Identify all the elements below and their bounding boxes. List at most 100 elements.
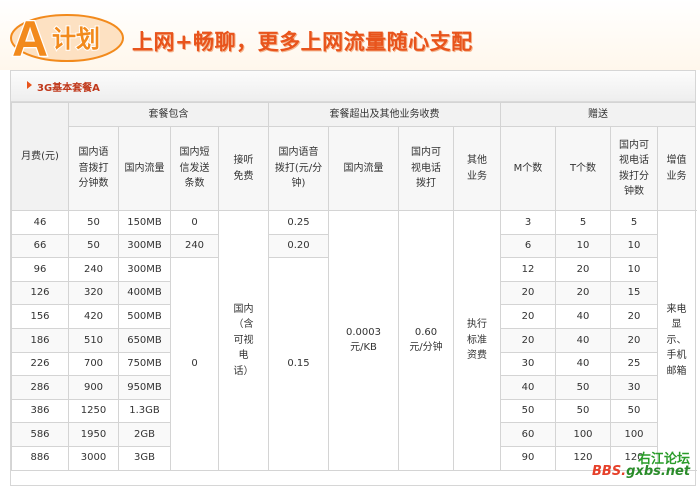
cell-sms: 0 xyxy=(170,257,219,471)
cell-video-minutes: 20 xyxy=(610,327,658,353)
cell-fee: 126 xyxy=(11,280,69,306)
plan-frame: 3G基本套餐A 月费(元) 套餐包含 套餐超出及其他业务收费 赠送 国内语音拨打… xyxy=(10,70,696,486)
cell-fee: 886 xyxy=(11,445,69,471)
cell-m: 50 xyxy=(500,398,556,424)
cell-voice: 1950 xyxy=(68,422,119,447)
cell-data: 750MB xyxy=(118,351,171,377)
cell-video-minutes: 10 xyxy=(610,233,658,259)
cell-video-minutes: 50 xyxy=(610,398,658,424)
watermark-prefix: BBS. xyxy=(592,464,627,479)
header-overage: 套餐超出及其他业务收费 xyxy=(268,102,501,127)
cell-data-overage: 0.0003元/KB xyxy=(328,210,399,471)
header-included: 套餐包含 xyxy=(68,102,269,127)
cell-vas: 来电显示、手机邮箱 xyxy=(657,210,696,471)
package-bar[interactable]: 3G基本套餐A xyxy=(11,71,695,102)
cell-m: 20 xyxy=(500,327,556,353)
cell-voice: 420 xyxy=(68,304,119,329)
cell-data: 1.3GB xyxy=(118,398,171,424)
package-title: 3G基本套餐A xyxy=(37,83,100,94)
header-t-count: T个数 xyxy=(555,126,611,211)
cell-data: 300MB xyxy=(118,233,171,259)
cell-m: 60 xyxy=(500,422,556,447)
cell-data: 300MB xyxy=(118,257,171,282)
header-video-minutes: 国内可视电话拨打分钟数 xyxy=(610,126,658,211)
header-data: 国内流量 xyxy=(118,126,171,211)
cell-voice-overage: 0.25 xyxy=(268,210,329,235)
cell-t: 100 xyxy=(555,422,611,447)
cell-m: 3 xyxy=(500,210,556,235)
cell-fee: 226 xyxy=(11,351,69,377)
watermark-domain-name: gxbs.net xyxy=(626,464,691,479)
cell-t: 50 xyxy=(555,375,611,400)
header-m-count: M个数 xyxy=(500,126,556,211)
cell-t: 40 xyxy=(555,304,611,329)
cell-video-minutes: 100 xyxy=(610,422,658,447)
cell-voice: 1250 xyxy=(68,398,119,424)
cell-fee: 586 xyxy=(11,422,69,447)
table-row: 46 50 150MB 0 国内（含可视电话） 0.25 0.0003元/KB … xyxy=(11,210,696,471)
cell-data: 500MB xyxy=(118,304,171,329)
rates-body: 46 50 150MB 0 国内（含可视电话） 0.25 0.0003元/KB … xyxy=(11,210,696,471)
cell-t: 10 xyxy=(555,233,611,259)
cell-voice: 50 xyxy=(68,233,119,259)
cell-fee: 186 xyxy=(11,327,69,353)
cell-voice: 50 xyxy=(68,210,119,235)
logo-text: 计划 xyxy=(52,25,100,53)
cell-data: 400MB xyxy=(118,280,171,306)
header-other-services: 其他业务 xyxy=(453,126,501,211)
cell-data: 3GB xyxy=(118,445,171,471)
cell-t: 20 xyxy=(555,257,611,282)
a-plan-logo: A 计划 xyxy=(10,10,124,64)
cell-t: 5 xyxy=(555,210,611,235)
header-video-overage: 国内可视电话拨打 xyxy=(398,126,454,211)
header-monthly-fee: 月费(元) xyxy=(11,102,69,211)
header-vas: 增值业务 xyxy=(657,126,696,211)
cell-t: 50 xyxy=(555,398,611,424)
cell-data: 950MB xyxy=(118,375,171,400)
header-answer-free: 接听免费 xyxy=(218,126,269,211)
watermark-domain: BBS.gxbs.net xyxy=(592,464,690,479)
cell-m: 6 xyxy=(500,233,556,259)
header-data-overage: 国内流量 xyxy=(328,126,399,211)
forum-watermark: 右江论坛 BBS.gxbs.net xyxy=(590,448,696,482)
cell-voice: 900 xyxy=(68,375,119,400)
cell-m: 12 xyxy=(500,257,556,282)
cell-video-overage: 0.60元/分钟 xyxy=(398,210,454,471)
cell-voice: 700 xyxy=(68,351,119,377)
cell-m: 40 xyxy=(500,375,556,400)
cell-voice: 320 xyxy=(68,280,119,306)
banner: A 计划 上网+畅聊，更多上网流量随心支配 xyxy=(0,0,700,70)
cell-sms: 240 xyxy=(170,233,219,259)
header-bonus: 赠送 xyxy=(500,102,696,127)
cell-data: 150MB xyxy=(118,210,171,235)
rates-table: 月费(元) 套餐包含 套餐超出及其他业务收费 赠送 国内语音拨打分钟数 国内流量… xyxy=(11,102,696,471)
cell-t: 20 xyxy=(555,280,611,306)
cell-video-minutes: 5 xyxy=(610,210,658,235)
cell-m: 30 xyxy=(500,351,556,377)
header-voice-overage: 国内语音拨打(元/分钟) xyxy=(268,126,329,211)
cell-voice-overage: 0.15 xyxy=(268,257,329,471)
headline: 上网+畅聊，更多上网流量随心支配 xyxy=(132,30,473,54)
cell-voice: 510 xyxy=(68,327,119,353)
cell-data: 650MB xyxy=(118,327,171,353)
cell-fee: 46 xyxy=(11,210,69,235)
cell-t: 40 xyxy=(555,327,611,353)
cell-video-minutes: 25 xyxy=(610,351,658,377)
cell-fee: 386 xyxy=(11,398,69,424)
cell-m: 90 xyxy=(500,445,556,471)
cell-video-minutes: 10 xyxy=(610,257,658,282)
cell-other-services: 执行标准资费 xyxy=(453,210,501,471)
cell-m: 20 xyxy=(500,304,556,329)
cell-fee: 286 xyxy=(11,375,69,400)
cell-fee: 156 xyxy=(11,304,69,329)
triangle-right-icon xyxy=(27,81,32,89)
cell-data: 2GB xyxy=(118,422,171,447)
cell-video-minutes: 20 xyxy=(610,304,658,329)
cell-answer-free: 国内（含可视电话） xyxy=(218,210,269,471)
header-sms: 国内短信发送条数 xyxy=(170,126,219,211)
cell-video-minutes: 30 xyxy=(610,375,658,400)
cell-voice: 3000 xyxy=(68,445,119,471)
logo-letter: A xyxy=(12,11,48,64)
cell-fee: 66 xyxy=(11,233,69,259)
cell-t: 40 xyxy=(555,351,611,377)
